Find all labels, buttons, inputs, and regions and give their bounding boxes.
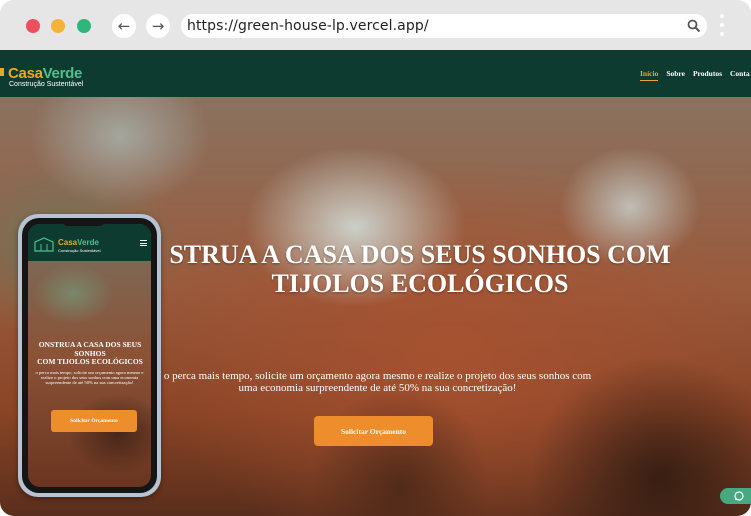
minimize-window-button[interactable] xyxy=(51,19,65,33)
phone-hero-text: o perca mais tempo, solicite um orçament… xyxy=(35,370,144,386)
nav-item-sobre[interactable]: Sobre xyxy=(666,69,685,81)
nav-item-contato[interactable]: Conta xyxy=(730,69,750,81)
phone-title-line1: ONSTRUA A CASA DOS SEUS SONHOS xyxy=(38,340,142,358)
phone-title-line2: COM TIJOLOS ECOLÓGICOS xyxy=(37,357,143,366)
phone-request-quote-button[interactable]: Solicitar Orçamento xyxy=(51,410,137,432)
logo-mark-icon xyxy=(0,68,4,76)
kebab-menu-icon[interactable] xyxy=(719,14,725,40)
logo-casa: Casa xyxy=(8,65,43,82)
forward-button[interactable]: → xyxy=(146,14,170,38)
site-header: CasaVerde Construção Sustentável Início … xyxy=(0,50,751,97)
arrow-left-icon: ← xyxy=(117,16,131,35)
browser-window: ← → https://green-house-lp.vercel.app/ C… xyxy=(0,0,751,516)
phone-screen: CasaVerde Construção Sustentável ONSTRUA… xyxy=(28,224,151,487)
phone-mockup: CasaVerde Construção Sustentável ONSTRUA… xyxy=(18,214,161,497)
back-button[interactable]: ← xyxy=(112,14,136,38)
hero-title: STRUA A CASA DOS SEUS SONHOS COM TIJOLOS… xyxy=(140,240,700,298)
hero-title-line2: TIJOLOS ECOLÓGICOS xyxy=(271,269,569,298)
address-bar[interactable]: https://green-house-lp.vercel.app/ xyxy=(181,14,707,38)
phone-hero-title: ONSTRUA A CASA DOS SEUS SONHOS COM TIJOL… xyxy=(28,340,151,367)
url-text[interactable]: https://green-house-lp.vercel.app/ xyxy=(187,18,429,34)
hero-title-line1: STRUA A CASA DOS SEUS SONHOS COM xyxy=(169,240,671,269)
search-icon[interactable] xyxy=(687,19,701,33)
whatsapp-icon xyxy=(734,491,744,501)
phone-site-header: CasaVerde Construção Sustentável xyxy=(28,224,151,261)
arrow-right-icon: → xyxy=(151,16,165,35)
hero-text-line1: o perca mais tempo, solicite um orçament… xyxy=(163,370,592,382)
phone-bezel: CasaVerde Construção Sustentável ONSTRUA… xyxy=(22,218,157,493)
phone-logo-verde: Verde xyxy=(77,238,99,247)
phone-logo-tagline: Construção Sustentável xyxy=(58,248,101,253)
site-logo[interactable]: CasaVerde xyxy=(8,65,82,82)
phone-logo: CasaVerde xyxy=(58,238,99,247)
whatsapp-button[interactable] xyxy=(720,488,751,504)
close-window-button[interactable] xyxy=(26,19,40,33)
phone-logo-casa: Casa xyxy=(58,238,78,247)
hamburger-menu-icon[interactable] xyxy=(140,240,147,248)
logo-verde: Verde xyxy=(42,65,83,82)
nav-item-produtos[interactable]: Produtos xyxy=(693,69,722,81)
logo-tagline: Construção Sustentável xyxy=(9,81,84,88)
phone-notch xyxy=(62,218,105,226)
hero-description: o perca mais tempo, solicite um orçament… xyxy=(150,370,605,394)
browser-toolbar: ← → https://green-house-lp.vercel.app/ xyxy=(0,0,751,50)
maximize-window-button[interactable] xyxy=(77,19,91,33)
nav-item-inicio[interactable]: Início xyxy=(640,69,659,81)
request-quote-button[interactable]: Solicitar Orçamento xyxy=(314,416,433,446)
hero-text-line2: uma economia surpreendente de até 50% na… xyxy=(238,382,517,394)
house-logo-icon xyxy=(34,237,54,252)
main-nav: Início Sobre Produtos Conta xyxy=(640,69,750,81)
